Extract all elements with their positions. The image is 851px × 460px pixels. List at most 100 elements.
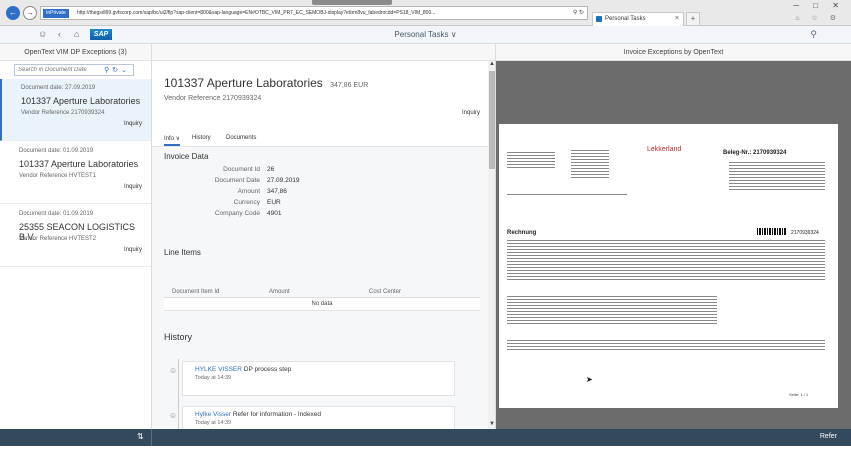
table-header-row: Document Item Id Amount Cost Center: [164, 287, 480, 298]
list-item-title: 101337 Aperture Laboratories: [21, 96, 141, 106]
master-list-pane: OpenText VIM DP Exceptions (3) ⚲↻⌄ Docum…: [0, 44, 152, 429]
scrollbar-thumb[interactable]: [489, 71, 495, 169]
document-preview-pane: Invoice Exceptions by OpenText Lekkerlan…: [496, 44, 851, 429]
shell-bar: ☺ ‹ ⌂ SAP Personal Tasks ∨ ⚲: [0, 26, 851, 44]
form-row-document-date: Document Date 27.09.2019: [152, 177, 452, 187]
column-header-amount[interactable]: Amount: [269, 289, 290, 295]
footer-divider: [151, 429, 152, 446]
new-tab-button[interactable]: +: [686, 12, 700, 26]
list-item-date: Document date: 01.09.2019: [19, 148, 94, 154]
sender-address-block: [507, 150, 555, 170]
footer-toolbar: ⇅ Refer: [0, 429, 851, 446]
detail-scrollbar[interactable]: ▲ ▼: [488, 61, 495, 429]
user-icon: ☺: [169, 366, 178, 375]
address-search-refresh-icon[interactable]: ⚲ ↻: [573, 9, 584, 16]
list-item-reference: Vendor Reference HVTEST2: [19, 236, 97, 242]
list-item-date: Document date: 27.09.2019: [21, 85, 96, 91]
tab-documents[interactable]: Documents: [226, 135, 256, 141]
browser-tab-title: Personal Tasks: [605, 16, 646, 22]
browser-back-button[interactable]: ←: [6, 6, 20, 20]
form-label: Amount: [237, 188, 260, 195]
object-amount: 347,86 EUR: [330, 82, 369, 89]
list-item-status: Inquiry: [123, 184, 142, 190]
invoice-beleg-number: Beleg-Nr.: 2170939324: [723, 150, 787, 156]
history-timestamp: Today at 14:39: [195, 375, 232, 381]
tab-close-icon[interactable]: ×: [675, 15, 679, 22]
form-row-company-code: Company Code 4901: [152, 210, 452, 220]
form-value: 4901: [267, 210, 282, 217]
refer-button[interactable]: Refer: [820, 433, 837, 440]
history-action: DP process step: [241, 366, 292, 373]
page-number: Seite: 1 / 1: [789, 392, 809, 397]
tab-info[interactable]: Info ∨: [164, 135, 181, 146]
form-label: Currency: [233, 199, 260, 206]
scroll-up-icon[interactable]: ▲: [488, 61, 495, 67]
list-item[interactable]: Document date: 01.09.2019 101337 Apertur…: [0, 142, 151, 204]
search-icon[interactable]: ⚲: [810, 29, 817, 40]
object-header: 101337 Aperture Laboratories 347,86 EUR …: [152, 61, 488, 133]
detail-pane: 101337 Aperture Laboratories 347,86 EUR …: [152, 44, 496, 429]
inprivate-badge: InPrivate: [43, 9, 69, 18]
form-row-currency: Currency EUR: [152, 199, 452, 209]
form-label: Company Code: [214, 210, 260, 217]
sort-icon[interactable]: ⇅: [137, 432, 144, 441]
history-title: History: [164, 332, 193, 342]
column-header-cost-center[interactable]: Cost Center: [369, 289, 401, 295]
object-vendor-reference: Vendor Reference 2170939324: [164, 95, 262, 102]
form-value: EUR: [267, 199, 281, 206]
browser-tab-personal-tasks[interactable]: Personal Tasks ×: [592, 12, 684, 26]
browser-toolbar: ← → InPrivate http://thegsdl99.gvfscorp.…: [0, 0, 851, 26]
invoice-doc-number: 2170939324: [791, 230, 819, 236]
barcode-image: [757, 228, 787, 235]
url-text[interactable]: http://thegsdl99.gvfscorp.com/sap/bc/ui2…: [77, 10, 547, 16]
invoice-header-fields: [729, 160, 825, 190]
tab-history[interactable]: History: [192, 135, 211, 141]
invoice-heading: Rechnung: [507, 230, 537, 236]
history-entry: ☺ Hylke Visser Refer for information - I…: [169, 406, 455, 429]
object-title: 101337 Aperture Laboratories 347,86 EUR: [164, 76, 368, 90]
customer-number-line: [507, 192, 627, 195]
list-item[interactable]: Document date: 01.09.2019 25355 SEACON L…: [0, 205, 151, 267]
form-value: 347,86: [267, 188, 287, 195]
history-entry-text: HYLKE VISSER DP process step: [195, 366, 291, 373]
no-data-text: No data: [164, 298, 480, 311]
recipient-address-block: [571, 148, 609, 178]
favicon-icon: [596, 16, 602, 22]
history-user-link[interactable]: HYLKE VISSER: [195, 366, 242, 373]
browser-tray-icons[interactable]: ⌂ ☆ ⚙: [795, 14, 841, 22]
form-value: 27.09.2019: [267, 177, 300, 184]
invoice-data-title: Invoice Data: [164, 152, 209, 161]
mouse-cursor-icon: ➤: [586, 375, 593, 384]
list-item[interactable]: Document date: 27.09.2019 101337 Apertur…: [0, 79, 151, 141]
footer-text-block: [507, 338, 825, 352]
form-label: Document Id: [223, 166, 260, 173]
window-title-strip: [312, 0, 392, 5]
object-title-text: 101337 Aperture Laboratories: [164, 76, 323, 90]
app-title-menu[interactable]: Personal Tasks ∨: [0, 30, 851, 39]
column-header-document-item-id[interactable]: Document Item Id: [172, 289, 219, 295]
window-controls[interactable]: ─ □ ✕: [793, 1, 845, 10]
line-items-title: Line Items: [164, 248, 201, 257]
search-refresh-sort-icons[interactable]: ⚲↻⌄: [104, 66, 130, 74]
list-item-status: Inquiry: [123, 247, 142, 253]
browser-forward-button[interactable]: →: [23, 6, 37, 20]
history-action: Refer for information - Indexed: [231, 411, 321, 418]
invoice-document-image[interactable]: Lekkerland Beleg-Nr.: 2170939324 Rechnun…: [499, 124, 838, 408]
list-item-title: 101337 Aperture Laboratories: [19, 159, 139, 169]
master-list-title: OpenText VIM DP Exceptions (3): [0, 44, 151, 61]
address-bar[interactable]: InPrivate http://thegsdl99.gvfscorp.com/…: [40, 6, 588, 20]
form-label: Document Date: [214, 177, 260, 184]
master-search-field[interactable]: ⚲↻⌄: [14, 64, 134, 76]
form-value: 26: [267, 166, 275, 173]
preview-title: Invoice Exceptions by OpenText: [496, 44, 851, 61]
list-item-reference: Vendor Reference 2170939324: [21, 110, 105, 116]
history-timeline-rail: [178, 359, 179, 429]
line-items-table: Document Item Id Amount Cost Center No d…: [164, 287, 480, 311]
history-entry: ☺ HYLKE VISSER DP process step Today at …: [169, 361, 455, 396]
history-user-link[interactable]: Hylke Visser: [195, 411, 231, 418]
lekkerland-logo: Lekkerland: [647, 146, 682, 153]
detail-subheader: [152, 44, 495, 61]
scroll-down-icon[interactable]: ▼: [488, 421, 495, 427]
object-status: Inquiry: [461, 110, 480, 116]
search-input[interactable]: [15, 65, 107, 75]
